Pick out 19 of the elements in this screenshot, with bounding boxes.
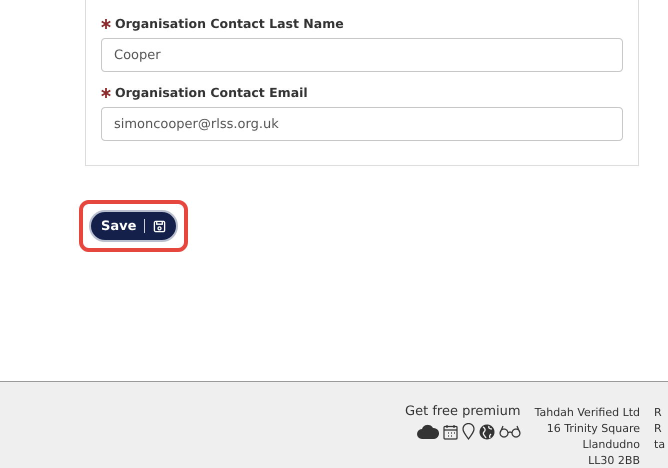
globe-icon (478, 424, 495, 440)
field-label: Organisation Contact Email (115, 85, 308, 100)
glasses-icon (498, 424, 521, 438)
address-line: 16 Trinity Square (546, 422, 640, 435)
address-line: Tahdah Verified Ltd (534, 406, 640, 419)
address-line: LL30 2BB (588, 454, 640, 467)
footer-text: ta (654, 438, 666, 451)
premium-title: Get free premium (405, 404, 521, 419)
address-line: Llandudno (582, 438, 640, 451)
footer-text: R (654, 422, 663, 435)
cloud-icon (416, 424, 439, 439)
calendar-icon (442, 424, 458, 440)
save-icon (153, 220, 166, 232)
save-button[interactable]: Save (89, 210, 178, 242)
footer-text: R (654, 406, 663, 419)
location-pin-icon (462, 423, 475, 440)
input-field[interactable]: simoncooper@rlss.org.uk (101, 107, 623, 141)
input-field[interactable]: Cooper (101, 38, 623, 72)
field-label: Organisation Contact Last Name (115, 16, 344, 31)
